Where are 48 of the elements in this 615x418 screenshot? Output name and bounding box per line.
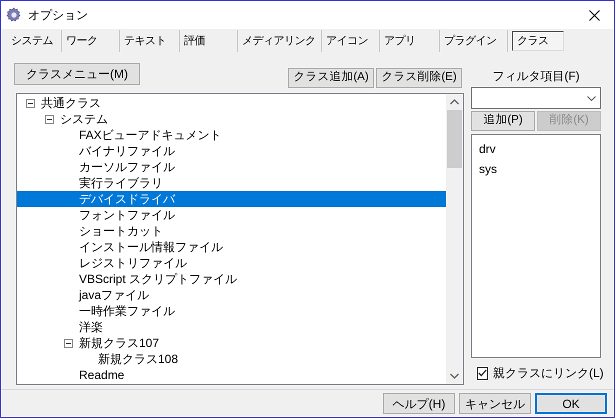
delete-class-button[interactable]: クラス削除(E) — [376, 68, 462, 88]
gear-icon — [6, 7, 22, 23]
tab[interactable]: クラス — [512, 31, 564, 51]
tab[interactable]: 評価 — [180, 30, 238, 52]
tab[interactable]: ワーク — [62, 30, 120, 52]
tree-item[interactable]: 一時作業ファイル — [78, 303, 176, 319]
window-title: オプション — [28, 7, 88, 24]
tree-item[interactable]: javaファイル — [78, 287, 150, 303]
collapse-toggle[interactable] — [64, 338, 73, 348]
tree-item[interactable]: Readme — [78, 367, 126, 383]
scrollbar[interactable] — [446, 94, 463, 384]
dialog-button[interactable]: キャンセル — [459, 393, 531, 414]
filter-list-item[interactable]: drv — [479, 139, 600, 159]
tree-item[interactable]: 新規クラス108 — [97, 351, 180, 367]
filter-combo-box[interactable] — [471, 87, 601, 109]
tab[interactable]: メディアリンク — [238, 30, 322, 52]
tree-item[interactable]: インストール情報ファイル — [78, 239, 224, 255]
link-parent-checkbox[interactable] — [477, 366, 488, 380]
tree-item[interactable]: 共通クラス — [40, 95, 102, 111]
tab[interactable]: アイコン — [322, 30, 380, 52]
tree-item[interactable]: ショートカット — [78, 223, 164, 239]
class-menu-button[interactable]: クラスメニュー(M) — [14, 63, 140, 85]
tree-item[interactable]: 洋楽 — [78, 319, 104, 335]
dialog-button[interactable]: OK — [535, 393, 607, 414]
tab[interactable]: アプリ — [380, 30, 440, 52]
collapse-toggle[interactable] — [45, 114, 54, 124]
tab[interactable]: プラグイン — [440, 30, 508, 52]
scrollbar-thumb[interactable] — [447, 110, 462, 168]
tree-item[interactable]: 実行ライブラリ — [78, 175, 164, 191]
tree-item[interactable]: カーソルファイル — [78, 159, 176, 175]
link-parent-label[interactable]: 親クラスにリンク(L) — [493, 364, 604, 382]
tab[interactable]: システム — [7, 30, 62, 52]
filter-list-item[interactable]: sys — [479, 159, 600, 179]
tree-item[interactable]: FAXビューアドキュメント — [78, 127, 223, 143]
dialog-button[interactable]: ヘルプ(H) — [383, 393, 455, 414]
tree-item[interactable]: 新規クラス107 — [78, 335, 160, 351]
add-filter-button[interactable]: 追加(P) — [471, 111, 535, 131]
tree-item[interactable]: システム — [59, 111, 109, 127]
add-class-button[interactable]: クラス追加(A) — [288, 68, 374, 88]
tree-item[interactable]: バイナリファイル — [78, 143, 176, 159]
tree-item[interactable]: フォントファイル — [78, 207, 176, 223]
close-icon[interactable] — [589, 10, 600, 20]
tree-item[interactable]: VBScript スクリプトファイル — [78, 271, 238, 287]
collapse-toggle[interactable] — [26, 98, 35, 108]
checkmark-icon — [478, 369, 487, 377]
tree-item[interactable]: レジストリファイル — [78, 255, 188, 271]
tab[interactable]: テキスト — [120, 30, 180, 52]
filter-label: フィルタ項目(F) — [491, 68, 581, 85]
